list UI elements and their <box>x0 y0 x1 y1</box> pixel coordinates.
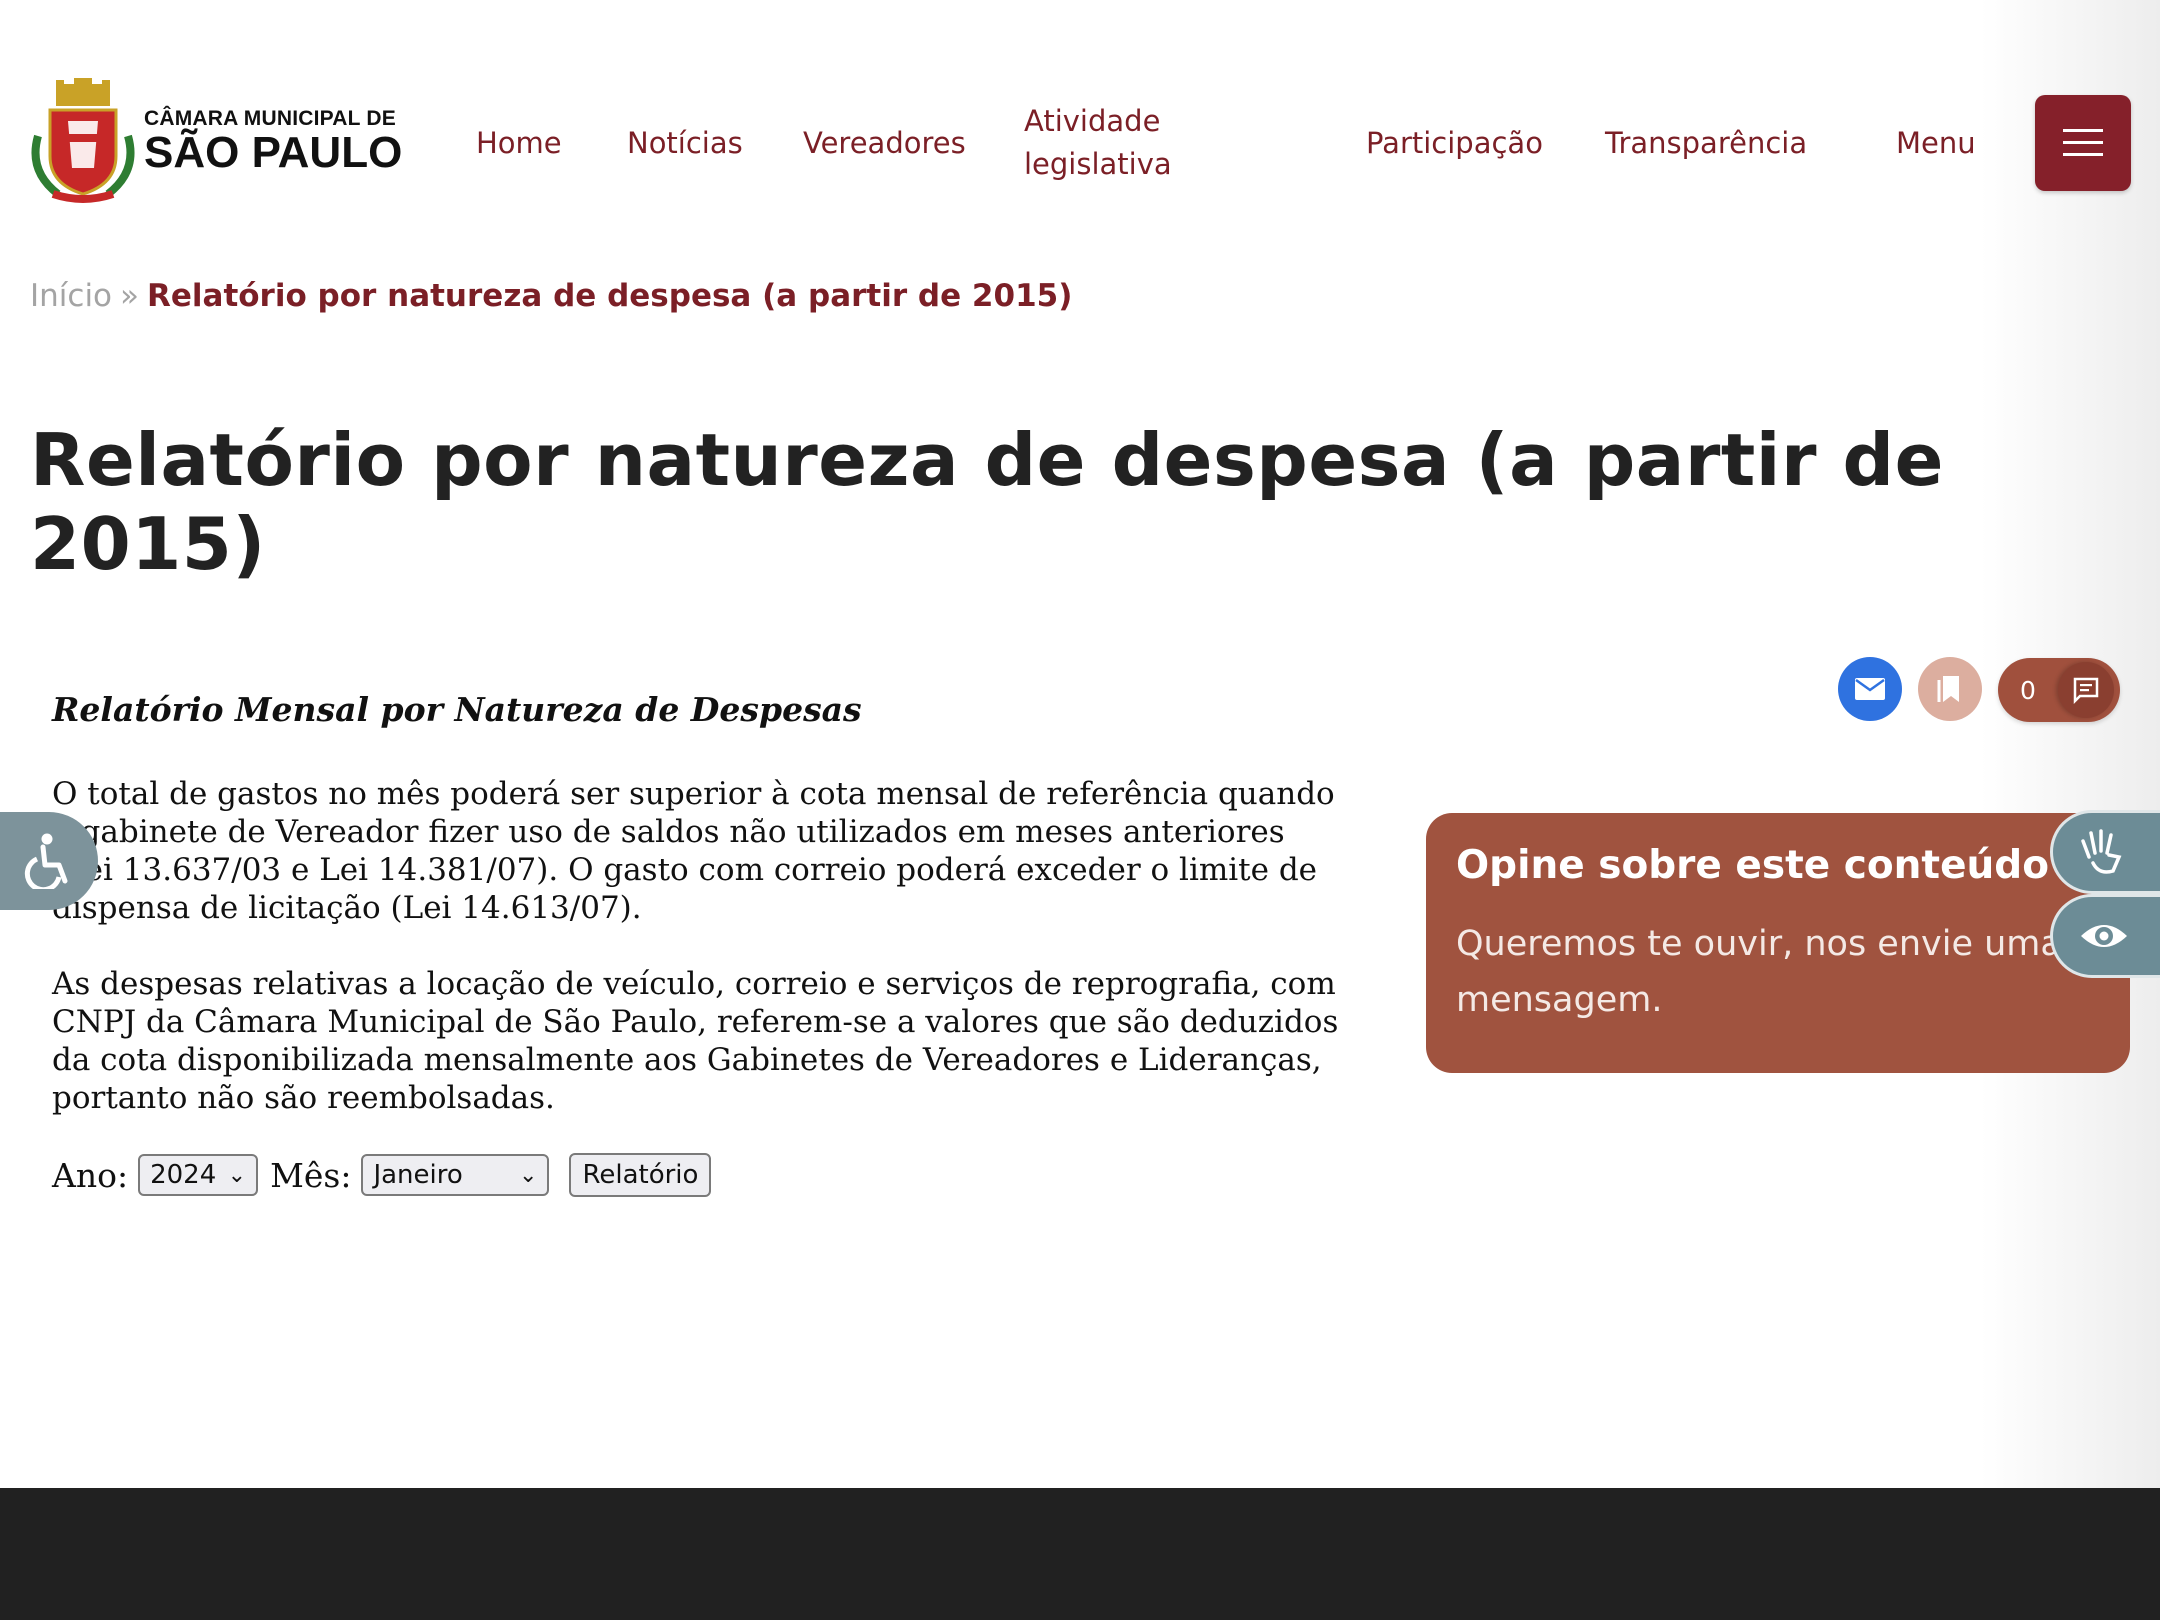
coat-of-arms-icon <box>31 78 135 203</box>
feedback-text: Queremos te ouvir, nos envie uma mensage… <box>1456 924 2062 1020</box>
comments-button[interactable]: 0 <box>1998 658 2120 722</box>
month-select[interactable]: Janeiro ⌄ <box>361 1154 550 1196</box>
page-title: Relatório por natureza de despesa (a par… <box>30 418 1944 586</box>
feedback-card[interactable]: Opine sobre este conteúdo Queremos te ou… <box>1426 813 2130 1073</box>
month-label: Mês: <box>270 1155 352 1195</box>
sign-language-button[interactable] <box>2050 810 2160 894</box>
breadcrumb-home[interactable]: Início <box>30 278 112 314</box>
month-value: Janeiro <box>373 1160 463 1190</box>
logo-line-1: CÂMARA MUNICIPAL DE <box>144 106 396 130</box>
paragraph-deductions: As despesas relativas a locação de veícu… <box>52 966 1339 1116</box>
accessibility-button[interactable] <box>0 812 98 910</box>
site-logo[interactable]: CÂMARA MUNICIPAL DE SÃO PAULO <box>28 76 402 206</box>
bookmark-button[interactable] <box>1918 657 1982 721</box>
accessibility-icon <box>24 833 68 889</box>
comment-icon <box>2058 662 2114 718</box>
feedback-title: Opine sobre este conteúdo <box>1456 843 2049 888</box>
logo-line-2: SÃO PAULO <box>144 127 403 177</box>
comment-count: 0 <box>2020 675 2036 705</box>
nav-menu-label[interactable]: Menu <box>1896 122 1976 165</box>
eye-icon <box>2081 925 2127 947</box>
year-value: 2024 <box>150 1160 217 1190</box>
report-content: Relatório Mensal por Natureza de Despesa… <box>52 690 1352 1197</box>
breadcrumb-separator: » <box>120 278 139 314</box>
menu-button[interactable] <box>2035 95 2131 191</box>
sign-language-icon <box>2081 829 2122 874</box>
email-icon <box>1855 678 1885 700</box>
nav-transparencia[interactable]: Transparência <box>1605 122 1807 165</box>
right-edge-shade <box>1980 0 2160 1488</box>
chevron-down-icon: ⌄ <box>519 1162 538 1188</box>
nav-home[interactable]: Home <box>476 122 562 165</box>
visual-accessibility-button[interactable] <box>2050 894 2160 978</box>
report-heading: Relatório Mensal por Natureza de Despesa… <box>52 690 862 729</box>
year-label: Ano: <box>52 1155 129 1195</box>
report-submit-button[interactable]: Relatório <box>569 1153 712 1197</box>
bookmark-icon <box>1937 676 1959 702</box>
chevron-down-icon: ⌄ <box>227 1162 247 1188</box>
breadcrumb: Início» Relatório por natureza de despesa… <box>30 278 1072 314</box>
nav-noticias[interactable]: Notícias <box>627 122 743 165</box>
nav-vereadores[interactable]: Vereadores <box>803 122 966 165</box>
share-email-button[interactable] <box>1838 657 1902 721</box>
nav-participacao[interactable]: Participação <box>1366 122 1543 165</box>
paragraph-quota: O total de gastos no mês poderá ser supe… <box>52 776 1335 926</box>
report-form: Ano: 2024 ⌄ Mês: Janeiro ⌄ Relatório <box>52 1153 1352 1197</box>
nav-atividade-legislativa[interactable]: Atividade legislativa <box>1024 100 1214 186</box>
year-select[interactable]: 2024 ⌄ <box>138 1154 259 1196</box>
footer <box>0 1488 2160 1620</box>
breadcrumb-current: Relatório por natureza de despesa (a par… <box>147 278 1073 314</box>
hamburger-icon <box>2063 129 2103 156</box>
